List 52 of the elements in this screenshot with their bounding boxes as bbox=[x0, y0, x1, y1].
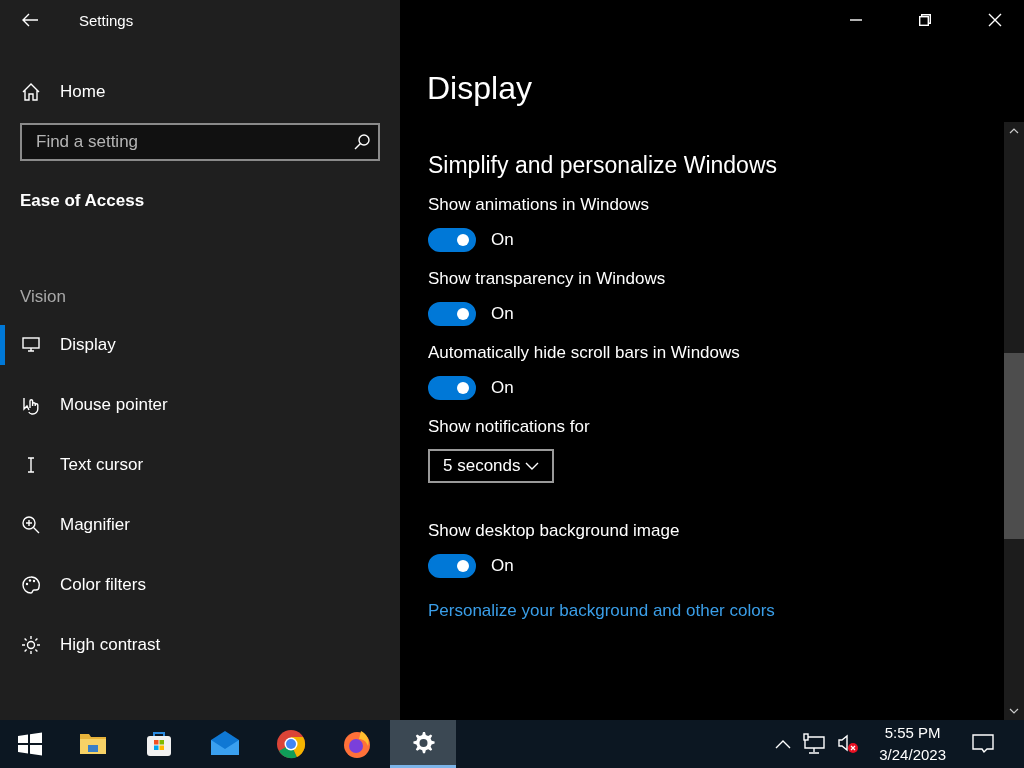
toggle-switch[interactable] bbox=[428, 228, 476, 252]
sun-icon bbox=[21, 635, 41, 655]
close-icon[interactable] bbox=[988, 13, 1002, 27]
muted-speaker-icon[interactable] bbox=[837, 733, 860, 755]
page-title: Display bbox=[427, 70, 533, 107]
chevron-up-icon[interactable] bbox=[775, 739, 792, 749]
setting-label: Show desktop background image bbox=[428, 520, 681, 542]
sidebar-item[interactable]: Display bbox=[0, 325, 400, 365]
scroll-down-icon bbox=[1009, 708, 1019, 714]
section-title: Simplify and personalize Windows bbox=[428, 152, 778, 179]
window-title: Settings bbox=[79, 11, 134, 29]
sidebar-item[interactable]: Text cursor bbox=[0, 445, 400, 485]
clock-time[interactable]: 5:55 PM bbox=[884, 722, 941, 744]
personalize-link[interactable]: Personalize your background and other colors bbox=[428, 601, 1004, 621]
chevron-down-icon bbox=[525, 462, 539, 470]
clock-date[interactable]: 3/24/2023 bbox=[879, 744, 946, 766]
notification-icon[interactable] bbox=[972, 734, 994, 754]
toggle-state: On bbox=[491, 378, 514, 398]
toggle-state: On bbox=[491, 230, 514, 250]
setting-label: Show transparency in Windows bbox=[428, 268, 667, 290]
search-field[interactable]: Find a setting bbox=[20, 123, 380, 161]
restore-icon[interactable] bbox=[919, 14, 931, 26]
scrollbar[interactable] bbox=[1004, 122, 1024, 720]
fox-browser-icon bbox=[341, 728, 373, 760]
toggle-switch[interactable] bbox=[428, 554, 476, 578]
setting-label: Automatically hide scroll bars in Windows bbox=[428, 342, 741, 364]
toggle-state: On bbox=[491, 556, 514, 576]
sidebar-item[interactable]: Color filters bbox=[0, 565, 400, 605]
scroll-up-icon bbox=[1009, 128, 1019, 134]
magnifier-icon bbox=[21, 515, 41, 535]
category-heading: Ease of Access bbox=[19, 191, 146, 211]
hand-pointer-icon bbox=[21, 395, 41, 415]
sidebar-item[interactable]: Mouse pointer bbox=[0, 385, 400, 425]
search-icon bbox=[353, 133, 371, 151]
network-icon[interactable] bbox=[803, 733, 826, 755]
home-link[interactable]: Home bbox=[0, 70, 400, 114]
toggle-switch[interactable] bbox=[428, 302, 476, 326]
scroll-thumb[interactable] bbox=[1004, 353, 1024, 539]
toggle-switch[interactable] bbox=[428, 376, 476, 400]
monitor-icon bbox=[21, 335, 41, 355]
sidebar-item[interactable]: High contrast bbox=[0, 625, 400, 665]
home-icon bbox=[21, 82, 41, 102]
taskbar-app[interactable] bbox=[390, 720, 456, 768]
section-heading: Vision bbox=[19, 287, 67, 307]
back-icon[interactable] bbox=[21, 13, 39, 27]
sidebar-item[interactable]: Magnifier bbox=[0, 505, 400, 545]
dropdown[interactable]: 5 seconds bbox=[428, 449, 554, 483]
toggle-state: On bbox=[491, 304, 514, 324]
browser-icon bbox=[275, 728, 307, 760]
setting-label: Show notifications for bbox=[428, 416, 591, 438]
palette-icon bbox=[21, 575, 41, 595]
setting-label: Show animations in Windows bbox=[428, 194, 651, 216]
